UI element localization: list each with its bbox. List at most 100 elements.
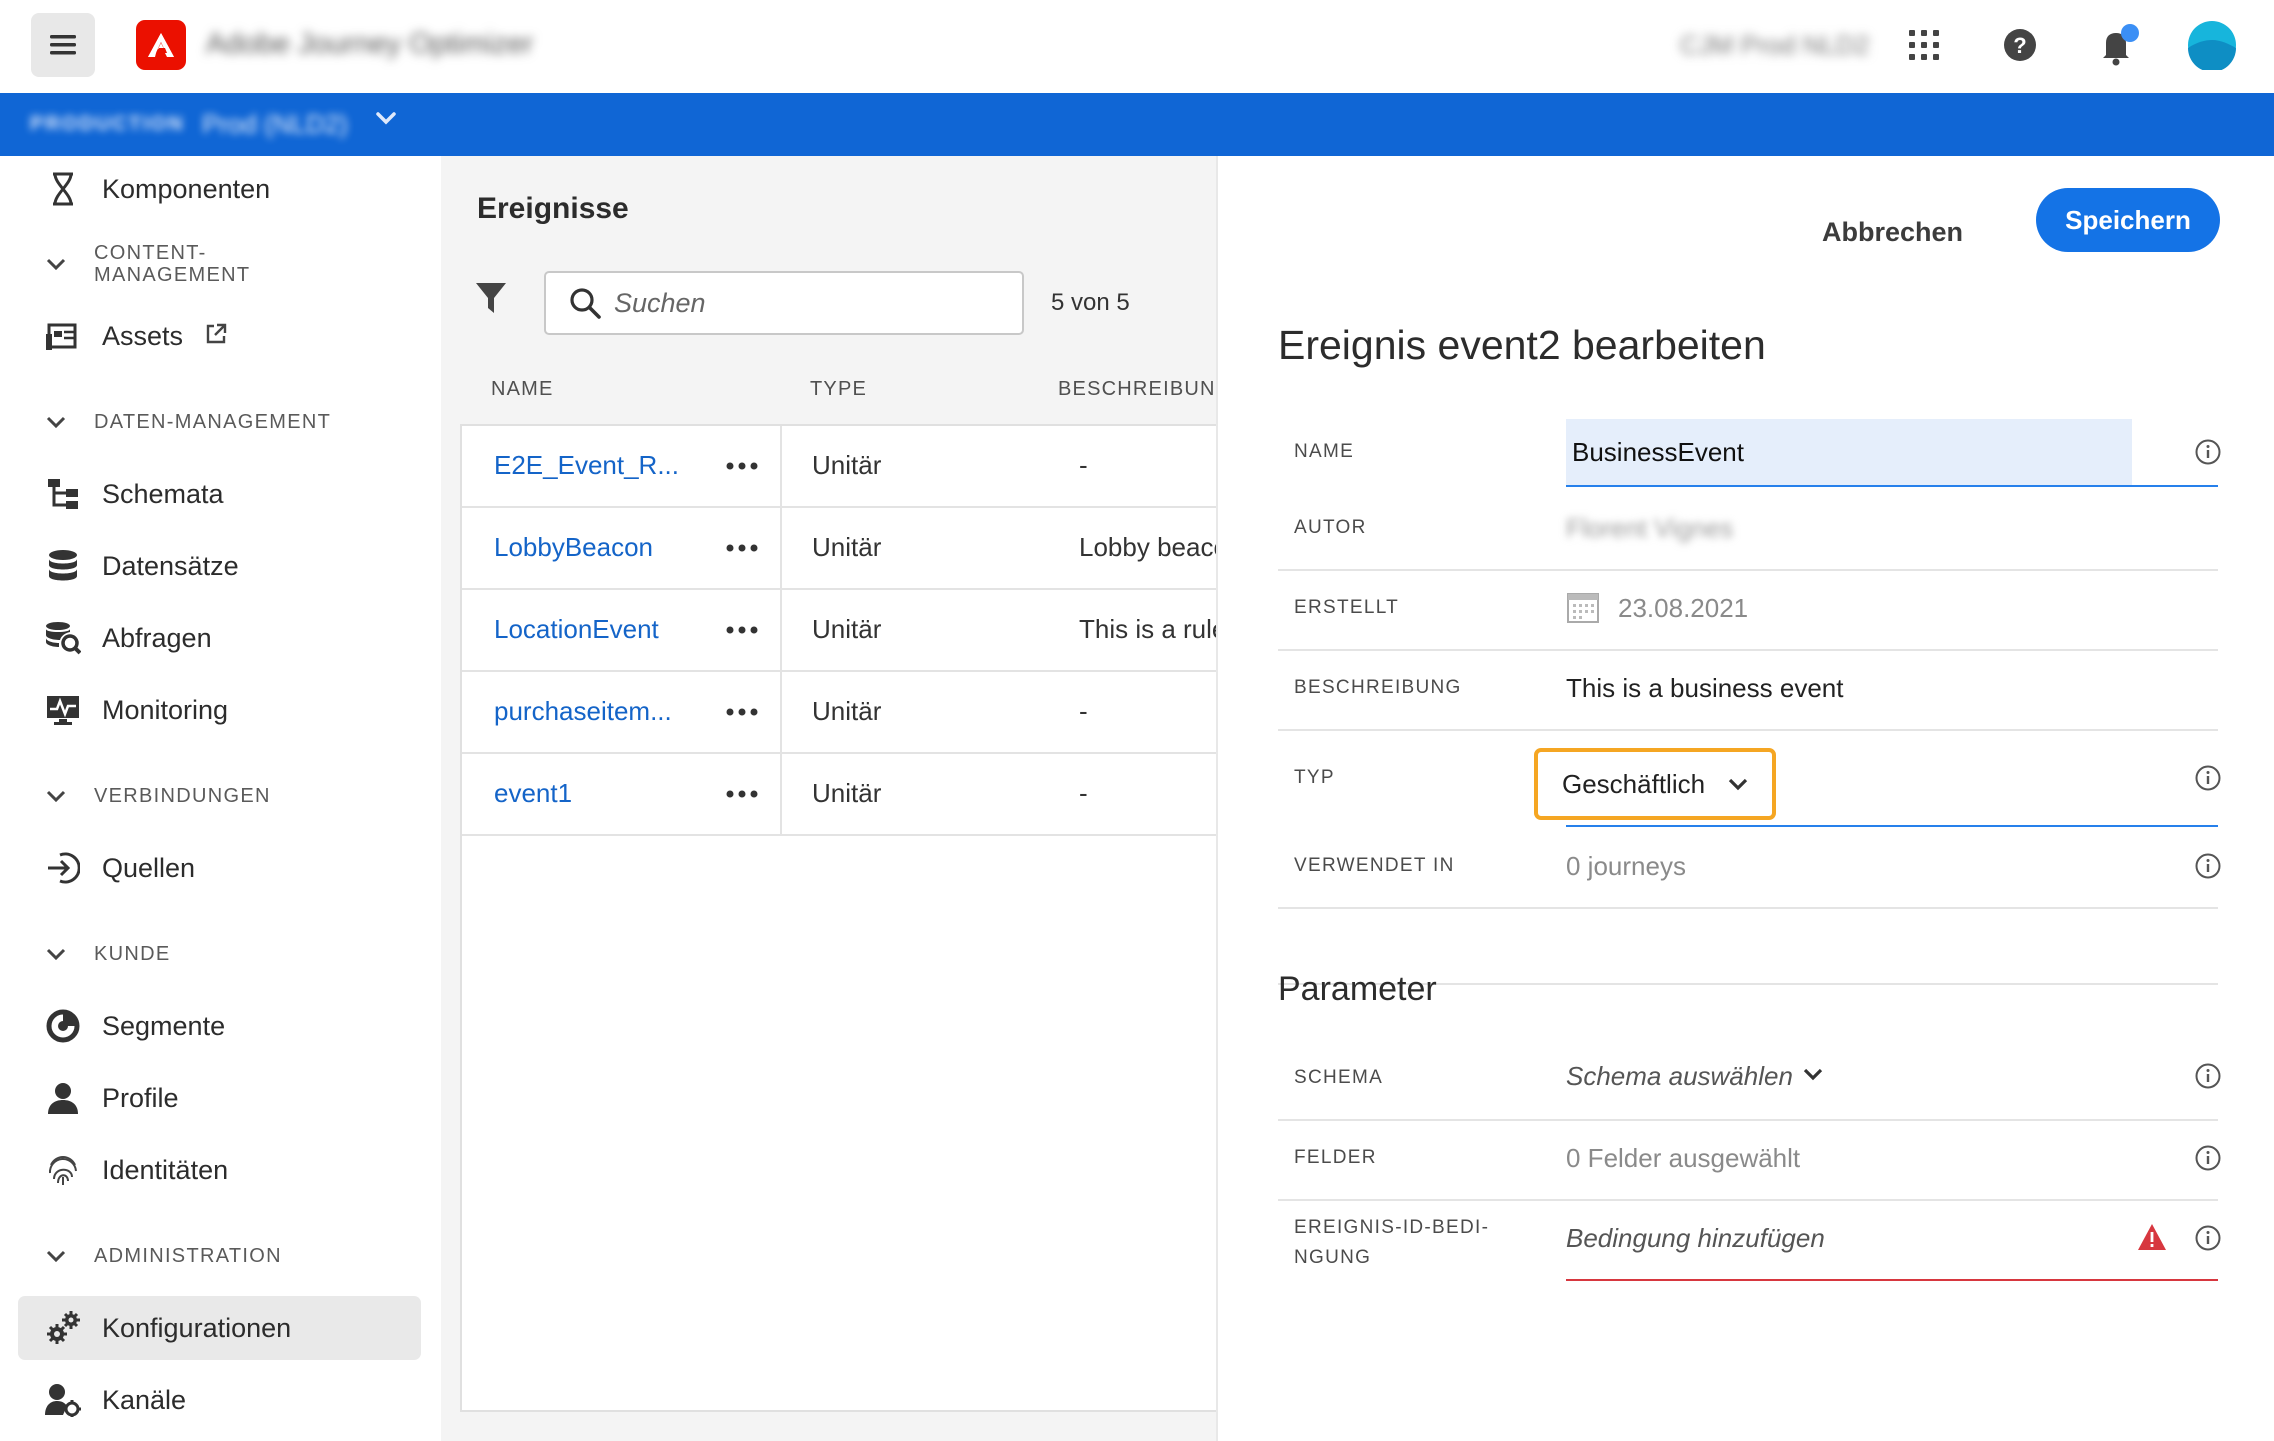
author-value: Florent Vignes <box>1566 513 1734 543</box>
monitoring-icon <box>42 689 84 731</box>
event-name-link[interactable]: E2E_Event_R... <box>494 450 679 481</box>
sidebar-item-label: Identitäten <box>102 1154 229 1185</box>
more-actions-icon[interactable] <box>720 528 764 568</box>
adobe-logo-icon[interactable] <box>136 20 186 70</box>
search-icon <box>568 286 602 320</box>
sidebar-item-label: Assets <box>102 320 184 351</box>
type-select[interactable]: Geschäftlich <box>1534 748 1776 820</box>
table-row[interactable]: purchaseitem... Unitär - <box>462 672 1216 754</box>
events-table: E2E_Event_R... Unitär - LobbyBeacon Unit… <box>460 424 1216 1412</box>
schema-select[interactable]: Schema auswählen <box>1566 1061 1793 1092</box>
sidebar-item-label: Profile <box>102 1082 179 1113</box>
description-value[interactable]: This is a business event <box>1566 673 1843 704</box>
column-divider <box>780 590 782 672</box>
field-row-author: AUTOR Florent Vignes <box>1278 491 2218 571</box>
sidebar-item-label: Datensätze <box>102 550 239 581</box>
table-row[interactable]: LocationEvent Unitär This is a rule-b <box>462 590 1216 672</box>
section-verbindungen[interactable]: VERBINDUNGEN <box>44 784 271 808</box>
event-name-link[interactable]: LobbyBeacon <box>494 532 653 563</box>
more-actions-icon[interactable] <box>720 610 764 650</box>
info-icon[interactable] <box>2193 1143 2223 1173</box>
event-type: Unitär <box>812 614 882 644</box>
fields-value[interactable]: 0 Felder ausgewählt <box>1566 1143 1800 1174</box>
field-row-description: BESCHREIBUNG This is a business event <box>1278 651 2218 731</box>
sidebar: Komponenten CONTENT- MANAGEMENT Assets D… <box>0 156 440 1441</box>
org-switcher[interactable]: CJM Prod NLD2 <box>1680 30 1869 61</box>
result-count: 5 von 5 <box>1051 289 1130 316</box>
hamburger-menu-button[interactable] <box>31 13 95 77</box>
input-underline <box>1566 485 2218 487</box>
info-icon[interactable] <box>2193 851 2223 881</box>
table-row[interactable]: event1 Unitär - <box>462 754 1216 836</box>
field-row-created: ERSTELLT 23.08.2021 <box>1278 571 2218 651</box>
more-actions-icon[interactable] <box>720 446 764 486</box>
parameters-heading: Parameter <box>1278 970 1437 1008</box>
sidebar-item-kanaele[interactable]: Kanäle <box>18 1368 421 1432</box>
more-actions-icon[interactable] <box>720 692 764 732</box>
column-divider <box>780 426 782 508</box>
app-switcher-icon[interactable] <box>1898 19 1950 71</box>
chevron-down-icon[interactable] <box>375 111 397 125</box>
more-actions-icon[interactable] <box>720 774 764 814</box>
event-type: Unitär <box>812 532 882 562</box>
sidebar-item-konfigurationen[interactable]: Konfigurationen <box>18 1296 421 1360</box>
avatar[interactable] <box>2186 19 2238 71</box>
sidebar-item-abfragen[interactable]: Abfragen <box>18 606 421 670</box>
sidebar-item-identitaeten[interactable]: Identitäten <box>18 1138 421 1202</box>
save-button[interactable]: Speichern <box>2036 188 2220 252</box>
sidebar-item-label: Schemata <box>102 478 224 509</box>
help-icon[interactable]: ? <box>1994 19 2046 71</box>
info-icon[interactable] <box>2193 763 2223 793</box>
info-icon[interactable] <box>2193 1223 2223 1253</box>
section-kunde[interactable]: KUNDE <box>44 942 171 966</box>
condition-input[interactable]: Bedingung hinzufügen <box>1566 1223 1825 1254</box>
column-divider <box>780 754 782 836</box>
field-label: AUTOR <box>1294 517 1367 538</box>
chevron-down-icon <box>44 410 68 434</box>
svg-text:?: ? <box>2013 33 2026 58</box>
sidebar-item-assets[interactable]: Assets <box>18 304 421 368</box>
column-header-description[interactable]: BESCHREIBUNG <box>1058 378 1232 401</box>
table-row[interactable]: E2E_Event_R... Unitär - <box>462 426 1216 508</box>
column-header-type[interactable]: TYPE <box>810 378 867 401</box>
components-icon <box>42 168 84 210</box>
sidebar-item-schemata[interactable]: Schemata <box>18 462 421 526</box>
search-field[interactable] <box>544 271 1024 335</box>
sidebar-item-quellen[interactable]: Quellen <box>18 836 421 900</box>
section-label: ADMINISTRATION <box>94 1244 282 1267</box>
cancel-button[interactable]: Abbrechen <box>1822 200 1963 264</box>
section-daten-management[interactable]: DATEN-MANAGEMENT <box>44 410 331 434</box>
section-administration[interactable]: ADMINISTRATION <box>44 1244 282 1268</box>
database-icon <box>42 545 84 587</box>
bell-icon[interactable] <box>2090 19 2142 71</box>
event-description: - <box>1079 778 1088 808</box>
top-bar: Adobe Journey Optimizer CJM Prod NLD2 ? <box>0 0 2274 93</box>
editor-title: Ereignis event2 bearbeiten <box>1278 322 1766 368</box>
name-input[interactable] <box>1566 419 2132 485</box>
sidebar-item-profile[interactable]: Profile <box>18 1066 421 1130</box>
search-input[interactable] <box>614 287 994 319</box>
event-type: Unitär <box>812 450 882 480</box>
filter-icon[interactable] <box>475 281 507 320</box>
event-name-link[interactable]: purchaseitem... <box>494 696 672 727</box>
notification-dot <box>2121 24 2139 42</box>
schema-icon <box>42 473 84 515</box>
info-icon[interactable] <box>2193 1061 2223 1091</box>
sidebar-item-segmente[interactable]: Segmente <box>18 994 421 1058</box>
assets-icon <box>42 315 84 357</box>
chevron-down-icon[interactable] <box>1802 1067 1824 1086</box>
table-row[interactable]: LobbyBeacon Unitär Lobby beacon <box>462 508 1216 590</box>
sandbox-name[interactable]: Prod (NLD2) <box>202 109 348 140</box>
event-name-link[interactable]: LocationEvent <box>494 614 659 645</box>
event-name-link[interactable]: event1 <box>494 778 572 809</box>
field-row-used-in: VERWENDET IN 0 journeys <box>1278 829 2221 909</box>
sidebar-item-monitoring[interactable]: Monitoring <box>18 678 421 742</box>
field-label-line1: EREIGNIS-ID-BEDI- <box>1294 1217 1490 1238</box>
section-content-management[interactable]: CONTENT- MANAGEMENT <box>44 242 250 286</box>
chevron-down-icon <box>44 784 68 808</box>
sidebar-item-komponenten[interactable]: Komponenten <box>18 157 421 221</box>
sidebar-item-label: Segmente <box>102 1010 226 1041</box>
info-icon[interactable] <box>2193 437 2223 467</box>
column-header-name[interactable]: NAME <box>491 378 554 401</box>
sidebar-item-datensaetze[interactable]: Datensätze <box>18 534 421 598</box>
